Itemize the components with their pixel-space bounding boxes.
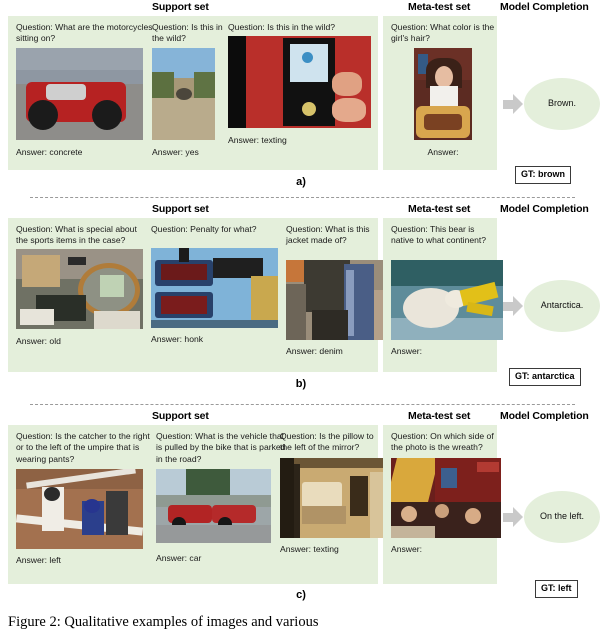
- header-model-completion: Model Completion: [500, 203, 589, 215]
- question-text: Question: What is the vehicle that is pu…: [156, 431, 286, 464]
- metatest-example: Question: This bear is native to what co…: [391, 224, 503, 357]
- panel-divider: [30, 404, 575, 405]
- panel-b: Support set Meta-test set Model Completi…: [0, 202, 602, 390]
- support-example: Question: What are the motorcycles sitti…: [16, 22, 164, 158]
- model-completion-bubble: On the left.: [524, 491, 600, 543]
- panel-c-support-box: Question: Is the catcher to the right or…: [8, 425, 387, 584]
- answer-text: Answer: yes: [152, 146, 199, 157]
- panel-a: Support set Meta-test set Model Completi…: [0, 0, 602, 188]
- example-thumbnail: [152, 47, 215, 140]
- example-thumbnail: [391, 457, 501, 538]
- support-example: Question: Penalty for what? Answer: honk: [151, 224, 283, 345]
- panel-b-support-box: Question: What is special about the spor…: [8, 218, 396, 372]
- answer-text: Answer: texting: [280, 543, 339, 554]
- panel-label-b: b): [295, 378, 307, 390]
- answer-text: Answer: left: [16, 554, 61, 565]
- example-thumbnail: [156, 468, 271, 543]
- answer-text: Answer: texting: [228, 135, 287, 146]
- answer-text: Answer: honk: [151, 334, 204, 345]
- question-text: Question: What is this jacket made of?: [286, 224, 370, 246]
- question-text: Question: Is this in the wild?: [152, 22, 223, 44]
- header-model-completion: Model Completion: [500, 1, 589, 13]
- answer-text: Answer: concrete: [16, 146, 83, 157]
- question-text: Question: What are the motorcycles sitti…: [16, 22, 153, 44]
- panel-label-c: c): [296, 589, 306, 601]
- panel-c: Support set Meta-test set Model Completi…: [0, 409, 602, 601]
- example-thumbnail: [228, 36, 371, 129]
- example-thumbnail: [151, 248, 278, 329]
- header-model-completion: Model Completion: [500, 410, 589, 422]
- question-text: Question: What is special about the spor…: [16, 224, 137, 246]
- panel-c-metatest-box: Question: On which side of the photo is …: [383, 425, 501, 584]
- support-example: Question: Is this in the wild? Answer: y…: [152, 22, 232, 158]
- figure-caption: Figure 2: Qualitative examples of images…: [8, 614, 319, 630]
- model-completion-bubble: Brown.: [524, 78, 600, 130]
- header-support-set: Support set: [152, 203, 209, 215]
- arrow-icon: [503, 296, 523, 316]
- question-text: Question: This bear is native to what co…: [391, 224, 487, 246]
- arrow-icon: [503, 507, 523, 527]
- header-meta-test-set: Meta-test set: [408, 203, 471, 215]
- answer-text: Answer: denim: [286, 345, 343, 356]
- example-thumbnail: [16, 248, 143, 329]
- header-meta-test-set: Meta-test set: [408, 1, 471, 13]
- answer-text: Answer:: [391, 345, 423, 356]
- question-text: Question: On which side of the photo is …: [391, 431, 494, 453]
- metatest-example: Question: What color is the girl's hair?…: [391, 22, 495, 158]
- example-thumbnail: [391, 259, 503, 340]
- header-support-set: Support set: [152, 1, 209, 13]
- header-support-set: Support set: [152, 410, 209, 422]
- answer-text: Answer:: [391, 543, 423, 554]
- panel-label-a: a): [296, 176, 306, 188]
- support-example: Question: What is the vehicle that is pu…: [156, 431, 290, 564]
- model-completion-bubble: Antarctica.: [524, 280, 600, 332]
- panel-c-headers: Support set Meta-test set Model Completi…: [0, 409, 602, 425]
- panel-a-headers: Support set Meta-test set Model Completi…: [0, 0, 602, 16]
- figure-container: Support set Meta-test set Model Completi…: [0, 0, 602, 632]
- answer-text: Answer:: [427, 146, 459, 157]
- support-example: Question: Is this in the wild? Answer: t…: [228, 22, 378, 146]
- panel-divider: [30, 197, 575, 198]
- panel-a-row: Question: What are the motorcycles sitti…: [0, 16, 602, 184]
- panel-c-row: Question: Is the catcher to the right or…: [0, 425, 602, 598]
- example-thumbnail: [414, 47, 472, 140]
- question-text: Question: Is this in the wild?: [228, 22, 335, 32]
- panel-a-metatest-box: Question: What color is the girl's hair?…: [383, 16, 497, 170]
- panel-b-headers: Support set Meta-test set Model Completi…: [0, 202, 602, 218]
- header-meta-test-set: Meta-test set: [408, 410, 471, 422]
- answer-text: Answer: car: [156, 552, 202, 563]
- support-example: Question: Is the catcher to the right or…: [16, 431, 154, 566]
- question-text: Question: Penalty for what?: [151, 224, 257, 234]
- question-text: Question: What color is the girl's hair?: [391, 22, 495, 44]
- support-example: Question: What is this jacket made of? A…: [286, 224, 396, 357]
- panel-a-support-box: Question: What are the motorcycles sitti…: [8, 16, 378, 170]
- example-thumbnail: [280, 457, 387, 538]
- support-example: Question: Is the pillow to the left of t…: [280, 431, 387, 555]
- panel-b-metatest-box: Question: This bear is native to what co…: [383, 218, 503, 372]
- question-text: Question: Is the catcher to the right or…: [16, 431, 150, 464]
- arrow-icon: [503, 94, 523, 114]
- support-example: Question: What is special about the spor…: [16, 224, 148, 347]
- answer-text: Answer: old: [16, 335, 61, 346]
- example-thumbnail: [16, 468, 143, 549]
- question-text: Question: Is the pillow to the left of t…: [280, 431, 374, 453]
- example-thumbnail: [286, 259, 396, 340]
- example-thumbnail: [16, 47, 143, 140]
- panel-b-row: Question: What is special about the spor…: [0, 218, 602, 386]
- metatest-example: Question: On which side of the photo is …: [391, 431, 501, 555]
